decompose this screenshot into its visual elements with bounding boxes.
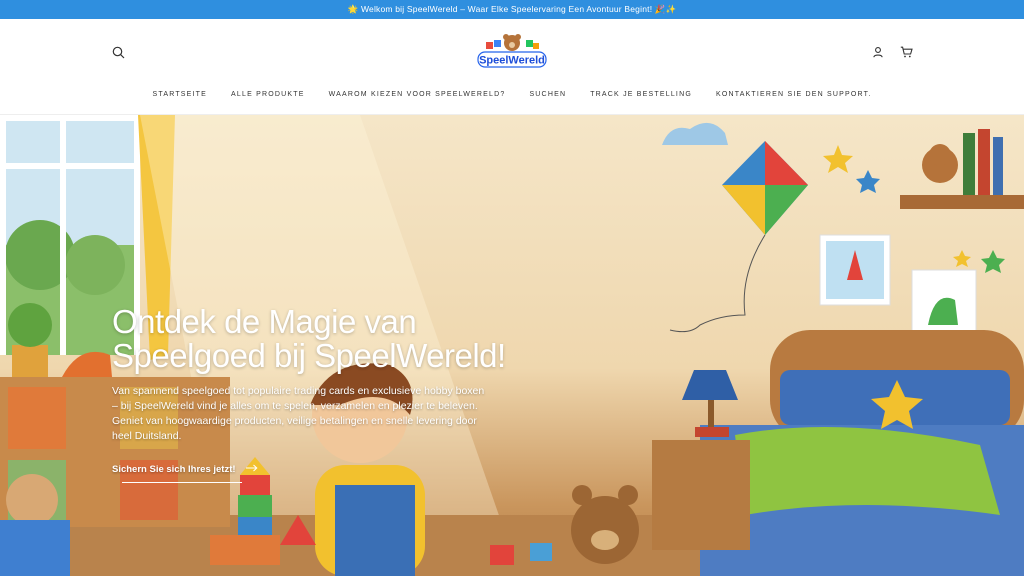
announcement-bar: 🌟 Welkom bij SpeelWereld – Waar Elke Spe… <box>0 0 1024 19</box>
hero-cta-label: Sichern Sie sich Ihres jetzt! <box>112 464 236 475</box>
announcement-text: 🌟 Welkom bij SpeelWereld – Waar Elke Spe… <box>347 4 677 14</box>
site-header: SpeelWereld STARTSEITE ALLE PRODUKTE WAA… <box>0 19 1024 115</box>
hero-title: Ontdek de Magie van Speelgoed bij SpeelW… <box>112 303 506 374</box>
user-icon[interactable] <box>870 44 886 60</box>
nav-item-suchen[interactable]: SUCHEN <box>529 91 566 98</box>
hero-banner: Ontdek de Magie van Speelgoed bij SpeelW… <box>0 115 1024 576</box>
cta-underline <box>122 482 242 483</box>
nav-item-startseite[interactable]: STARTSEITE <box>153 91 208 98</box>
hero-cta-link[interactable]: Sichern Sie sich Ihres jetzt! <box>112 464 258 475</box>
nav-item-support[interactable]: KONTAKTIEREN SIE DEN SUPPORT. <box>716 91 872 98</box>
logo-text: SpeelWereld <box>479 55 545 67</box>
main-navigation: STARTSEITE ALLE PRODUKTE WAAROM KIEZEN V… <box>0 91 1024 98</box>
arrow-right-icon <box>245 464 258 475</box>
nav-item-waarom-kiezen[interactable]: WAAROM KIEZEN VOOR SPEELWERELD? <box>329 91 506 98</box>
cart-icon[interactable] <box>898 44 914 60</box>
search-icon[interactable] <box>110 44 126 60</box>
nav-item-track-bestelling[interactable]: TRACK JE BESTELLING <box>590 91 692 98</box>
nav-item-alle-produkte[interactable]: ALLE PRODUKTE <box>231 91 305 98</box>
site-logo[interactable]: SpeelWereld <box>476 34 548 70</box>
hero-description: Van spannend speelgoed tot populaire tra… <box>112 385 485 442</box>
